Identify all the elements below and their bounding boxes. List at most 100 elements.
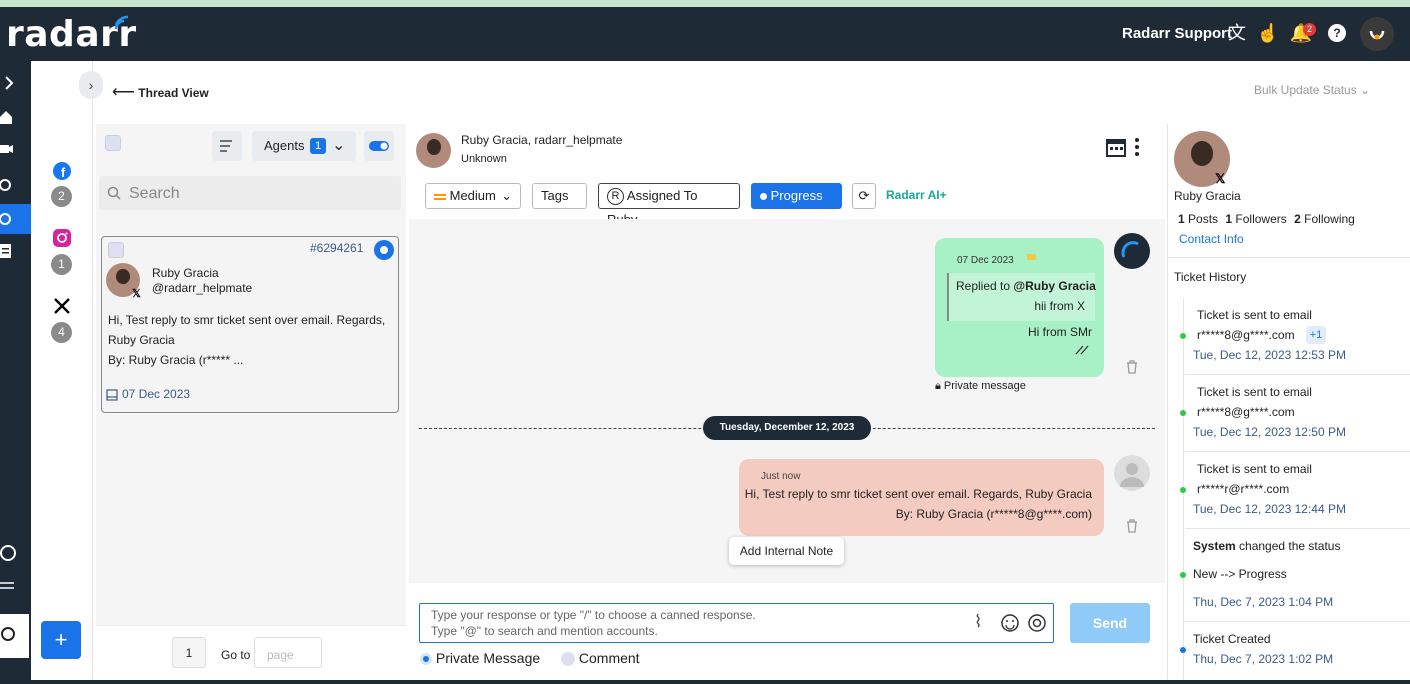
history-item-1-email: r*****8@g****.com [1197,328,1295,342]
view-toggle[interactable] [364,131,394,161]
search-input[interactable]: Search [129,185,180,203]
switch-icon[interactable] [0,575,20,595]
support-icon[interactable] [0,545,20,565]
flag-icon [1027,254,1036,260]
refresh-button[interactable]: ⟳ [852,183,876,209]
expand-rail-icon[interactable] [0,73,20,93]
ticket-id[interactable]: #6294261 [310,241,363,255]
history-dot [1180,410,1186,416]
status-value: Progress [770,188,823,203]
composer-placeholder-2: Type "@" to search and mention accounts. [431,624,658,638]
chevron-down-icon: ⌄ [501,188,512,203]
history-item-3-email: r*****r@r****.com [1197,482,1290,496]
settings-icon[interactable] [0,175,20,195]
chevron-down-icon: ⌄ [332,137,346,154]
select-all-checkbox[interactable] [105,135,121,151]
reply-composer[interactable]: Type your response or type "/" to choose… [419,603,1054,643]
translate-icon[interactable]: 文 [1225,21,1249,45]
x-icon[interactable] [53,297,71,315]
help-icon[interactable]: ? [1325,21,1349,45]
more-options-icon[interactable] [1132,137,1142,157]
video-icon[interactable] [0,139,20,159]
thread-avatar [416,133,451,168]
delete-icon[interactable] [1125,360,1139,374]
inbox-icon[interactable] [0,209,20,229]
history-item-5-title: Ticket Created [1193,632,1271,646]
instagram-count: 1 [51,254,72,275]
home-icon[interactable] [0,107,20,127]
message-time: Just now [761,471,801,482]
calendar-icon[interactable] [1106,137,1126,157]
lock-icon: 🔒︎ [935,380,941,392]
facebook-icon[interactable]: f [52,161,72,181]
divider [1185,621,1410,622]
private-option-label: Private Message [435,650,541,666]
sort-button[interactable] [212,131,242,161]
thread-participants: Ruby Gracia, radarr_helpmate [461,133,623,147]
customer-handle: @radarr_helpmate [152,281,253,295]
emoji-icon[interactable] [1000,613,1020,633]
following-count: 2 [1294,212,1301,226]
thread-view-back[interactable]: ⟵ Thread View [112,82,209,102]
touch-icon[interactable]: ☝ [1256,21,1280,45]
replied-to-text: Replied to @Ruby Gracia [956,279,1096,293]
contact-info-link[interactable]: Contact Info [1179,232,1244,246]
status-dropdown[interactable]: Progress ⌄ [751,183,842,227]
attachment-icon[interactable]: ⌇ [974,612,982,632]
user-name[interactable]: Radarr Support [1122,25,1232,42]
history-dot [1180,487,1186,493]
day-divider: Tuesday, December 12, 2023 [703,416,871,440]
quoted-text: hii from X [1034,299,1085,313]
agent-avatar [1114,233,1150,269]
brand-badge[interactable] [0,614,29,658]
agents-count: 1 [310,138,326,154]
double-check-icon [1075,345,1089,355]
page-input[interactable]: page [254,637,322,668]
instagram-icon[interactable] [52,228,72,248]
priority-dropdown[interactable]: Medium ⌄ [425,183,521,209]
ticket-card[interactable]: #6294261 𝕏 Ruby Gracia @radarr_helpmate … [101,236,399,413]
tags-dropdown[interactable]: Tags ⌄ [532,183,587,227]
agents-filter-button[interactable]: Agents 1 ⌄ [252,131,356,161]
private-radio[interactable] [420,653,432,666]
x-badge-icon: 𝕏 [1215,171,1226,186]
posts-label: Posts [1188,212,1219,226]
document-icon[interactable] [0,241,20,261]
delete-icon[interactable] [1125,519,1139,533]
message-line1: Hi, Test reply to smr ticket sent over e… [744,487,1092,501]
ai-assist-icon[interactable] [1027,613,1047,633]
back-arrow-icon: ⟵ [112,84,135,101]
current-page[interactable]: 1 [172,637,206,668]
history-more-badge[interactable]: +1 [1306,326,1326,344]
radarr-ai-button[interactable]: Radarr AI+ [886,188,947,202]
history-item-3-title: Ticket is sent to email [1197,462,1312,476]
comment-option[interactable]: Comment [561,650,640,667]
history-dot [1180,572,1186,578]
comment-radio[interactable] [561,652,575,667]
bulk-label: Bulk Update Status [1254,83,1357,97]
status-dot [760,193,767,201]
history-dot [1180,333,1186,339]
profile-stats: 1 Posts 1 Followers 2 Following [1178,212,1355,226]
chevron-down-icon: ⌄ [1360,83,1371,97]
private-message-option[interactable]: Private Message [420,650,540,666]
add-button[interactable]: + [41,621,81,659]
svg-text:f: f [61,165,66,180]
add-internal-note-button[interactable]: Add Internal Note [729,537,844,565]
assignee-initial: R [607,188,624,206]
expand-panel-button[interactable]: › [79,71,103,99]
assignee-dropdown[interactable]: R Assigned To Ruby ⌄ [598,183,740,227]
following-label: Following [1304,212,1355,226]
user-avatar[interactable] [1360,17,1394,51]
search-box[interactable]: Search [99,176,401,210]
profile-name: Ruby Gracia [1174,189,1241,203]
ticket-preview-line1: Hi, Test reply to smr ticket sent over e… [108,313,386,327]
priority-icon [434,193,446,200]
ticket-selected-radio[interactable] [374,240,394,260]
ticket-checkbox[interactable] [108,242,124,258]
ticket-date: 07 Dec 2023 [122,387,191,401]
priority-value: Medium [449,188,496,203]
send-button[interactable]: Send [1070,603,1150,643]
bulk-update-status-dropdown[interactable]: Bulk Update Status ⌄ [1254,83,1370,97]
composer-placeholder-1: Type your response or type "/" to choose… [431,608,756,622]
